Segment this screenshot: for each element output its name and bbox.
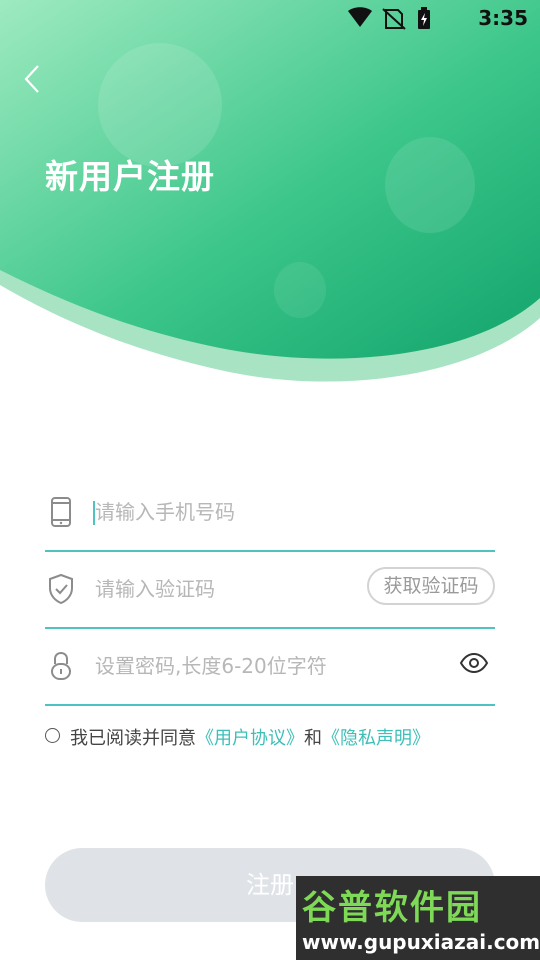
- watermark: 谷普软件园 www.gupuxiazai.com: [296, 876, 540, 960]
- agreement-prefix: 我已阅读并同意: [70, 728, 196, 749]
- toggle-password-visibility-button[interactable]: [459, 652, 489, 674]
- back-button[interactable]: [20, 62, 48, 98]
- verification-code-field: 获取验证码: [45, 551, 495, 629]
- battery-charging-icon: [418, 7, 430, 29]
- get-code-button[interactable]: 获取验证码: [367, 567, 495, 605]
- status-bar: 3:35: [0, 0, 540, 36]
- verification-code-input[interactable]: [93, 569, 367, 609]
- no-sim-icon: [382, 8, 406, 30]
- agreement-text: 我已阅读并同意《用户协议》和《隐私声明》: [70, 724, 430, 750]
- watermark-url: www.gupuxiazai.com: [302, 930, 540, 954]
- password-input[interactable]: [93, 646, 367, 686]
- watermark-title: 谷普软件园: [302, 888, 482, 928]
- password-field: [45, 628, 495, 706]
- header-background: [0, 0, 540, 400]
- agreement-checkbox[interactable]: [45, 728, 60, 743]
- privacy-policy-link[interactable]: 《隐私声明》: [322, 728, 430, 749]
- wifi-icon: [348, 7, 372, 27]
- status-time: 3:35: [478, 6, 528, 30]
- page-title: 新用户注册: [45, 157, 215, 196]
- phone-icon: [51, 497, 71, 527]
- lock-icon: [51, 651, 71, 680]
- status-icons: [348, 7, 430, 30]
- agreement-conjunction: 和: [304, 728, 322, 749]
- shield-check-icon: [49, 573, 73, 605]
- phone-field: [45, 474, 495, 552]
- phone-input[interactable]: [93, 492, 367, 532]
- agreement-row: 我已阅读并同意《用户协议》和《隐私声明》: [45, 724, 505, 750]
- user-agreement-link[interactable]: 《用户协议》: [196, 728, 304, 749]
- eye-icon: [459, 652, 489, 674]
- chevron-left-icon: [24, 65, 39, 93]
